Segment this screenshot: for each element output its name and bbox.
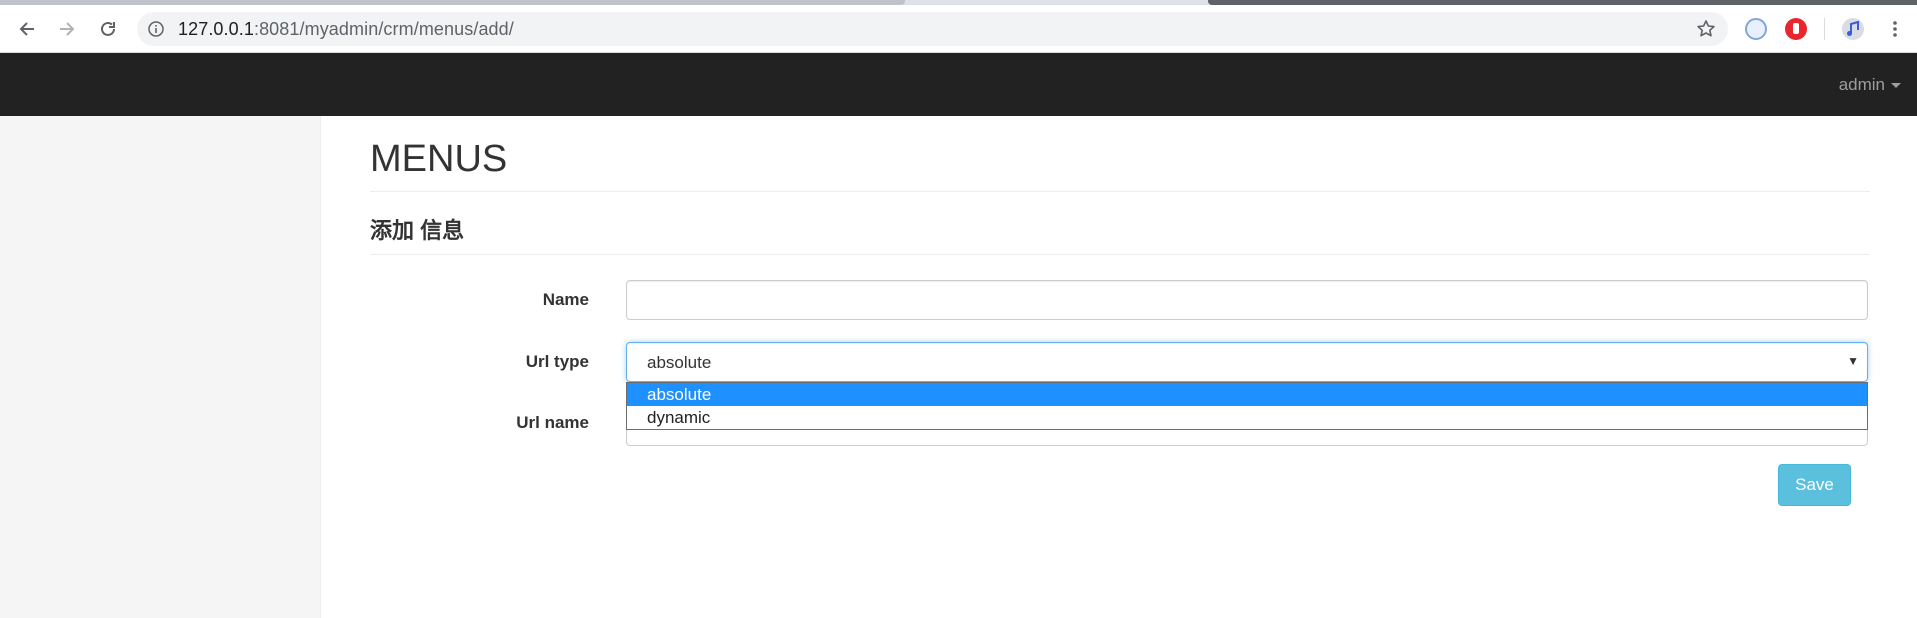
browser-toolbar: 127.0.0.1:8081/myadmin/crm/menus/add/ (0, 5, 1917, 53)
toolbar-divider (1824, 18, 1825, 40)
star-icon[interactable] (1696, 19, 1716, 39)
info-icon[interactable] (148, 21, 164, 37)
url-type-selected-value: absolute (647, 353, 712, 372)
extension-blue-icon[interactable] (1745, 18, 1767, 40)
extension-music-icon[interactable] (1842, 18, 1864, 40)
url-type-option-absolute[interactable]: absolute (627, 383, 1867, 406)
save-button[interactable]: Save (1778, 464, 1851, 506)
user-dropdown[interactable]: admin (1839, 53, 1901, 116)
kebab-menu-icon[interactable] (1885, 19, 1905, 39)
reload-icon[interactable] (93, 14, 123, 44)
url-type-label: Url type (525, 352, 589, 371)
url-name-label: Url name (516, 413, 589, 432)
caret-down-icon (1891, 83, 1901, 88)
page-subheading: 添加 信息 (370, 218, 465, 243)
page-title: MENUS (370, 138, 508, 180)
url-host: 127.0.0.1 (178, 19, 254, 39)
dropdown-arrow-icon: ▼ (1847, 354, 1859, 368)
top-navbar: admin (0, 53, 1917, 116)
sidebar (0, 116, 321, 618)
url-type-select[interactable]: absolute ▼ (626, 342, 1868, 382)
user-name: admin (1838, 74, 1885, 94)
url-type-options-list: absolute dynamic (626, 382, 1868, 430)
divider (370, 191, 1870, 192)
name-label: Name (542, 290, 589, 309)
back-arrow-icon[interactable] (12, 14, 42, 44)
forward-arrow-icon[interactable] (52, 14, 82, 44)
name-input[interactable] (626, 280, 1868, 320)
url-text[interactable]: 127.0.0.1:8081/myadmin/crm/menus/add/ (178, 19, 514, 40)
url-path: :8081/myadmin/crm/menus/add/ (253, 19, 514, 39)
url-type-option-dynamic[interactable]: dynamic (627, 406, 1867, 429)
address-bar[interactable]: 127.0.0.1:8081/myadmin/crm/menus/add/ (137, 12, 1728, 46)
divider (370, 254, 1870, 255)
extension-red-stop-icon[interactable] (1785, 18, 1807, 40)
